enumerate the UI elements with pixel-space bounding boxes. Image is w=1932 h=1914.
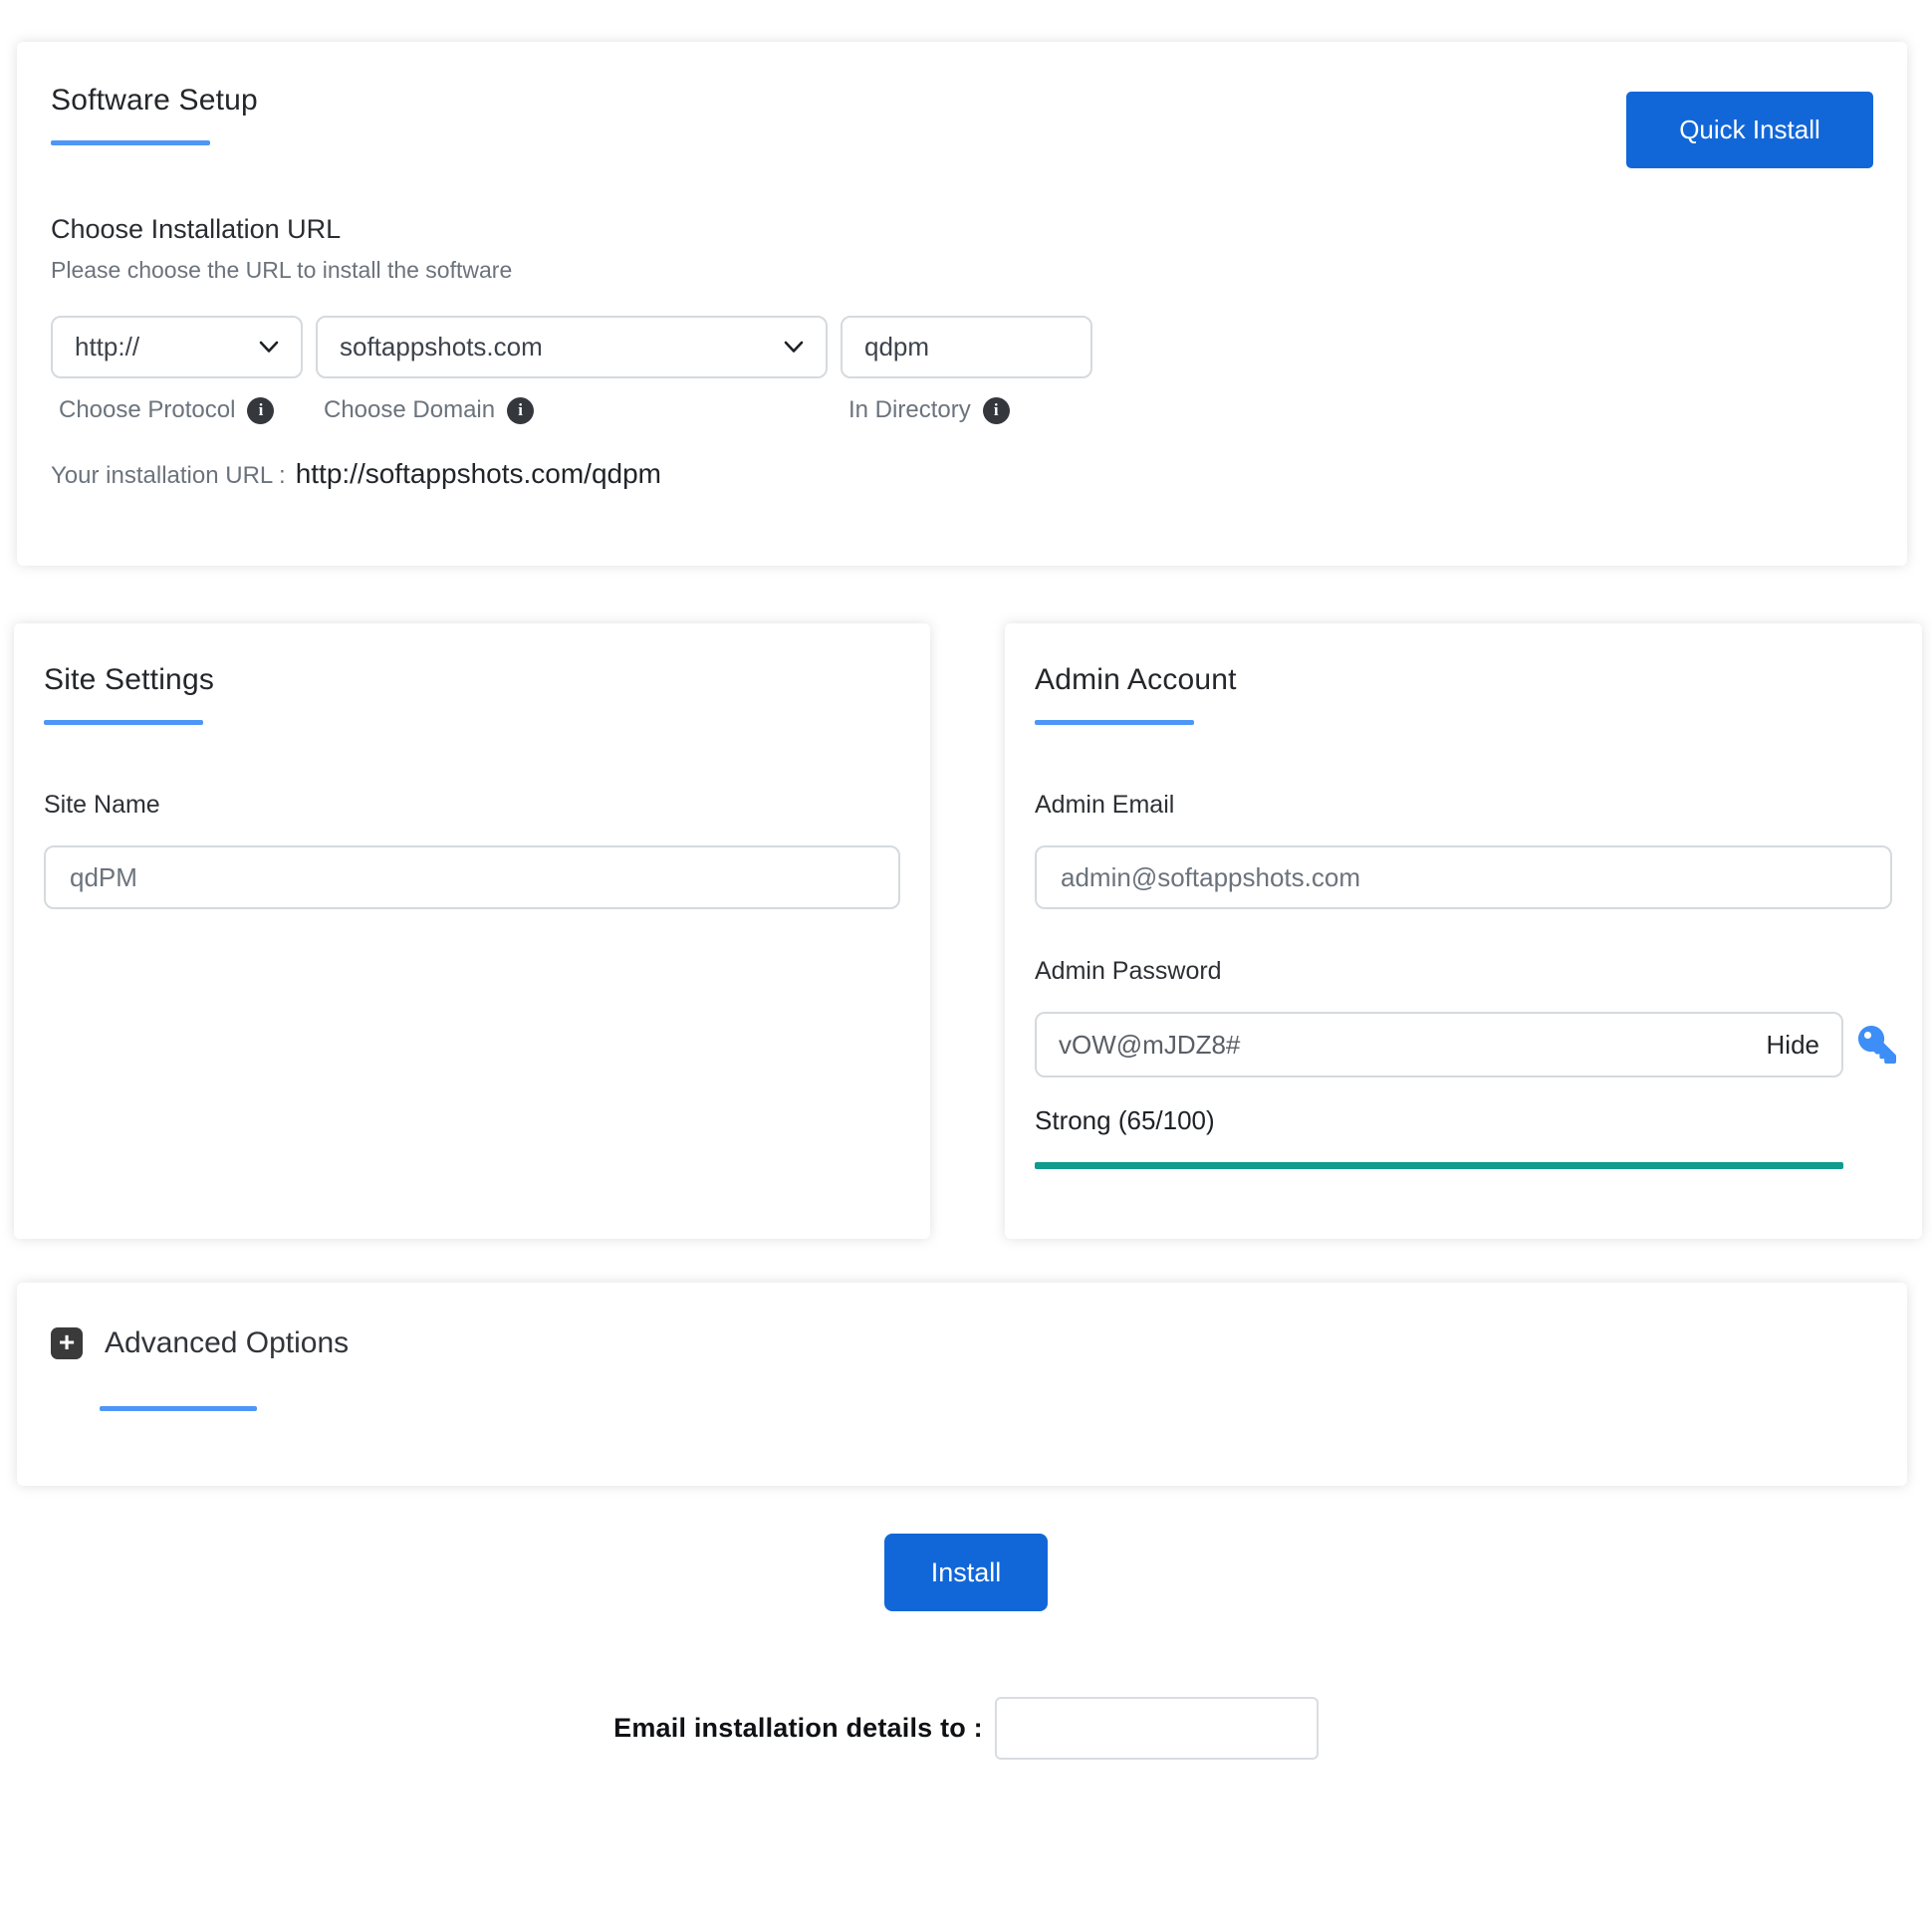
- domain-select[interactable]: softappshots.com: [316, 316, 828, 378]
- advanced-options-card: + Advanced Options: [17, 1283, 1907, 1486]
- url-field-labels-row: Choose Protocol i Choose Domain i In Dir…: [51, 396, 1873, 424]
- software-setup-card: Software Setup Quick Install Choose Inst…: [17, 42, 1907, 566]
- advanced-options-header[interactable]: + Advanced Options: [51, 1326, 1873, 1360]
- admin-email-label: Admin Email: [1035, 791, 1175, 819]
- admin-password-label: Admin Password: [1035, 957, 1222, 985]
- password-strength-bar: [1035, 1162, 1843, 1169]
- installation-url-label: Your installation URL :: [51, 462, 286, 489]
- title-underline: [51, 140, 210, 145]
- installation-url-row: http:// softappshots.com: [51, 316, 1873, 378]
- info-icon[interactable]: i: [982, 396, 1010, 424]
- admin-password-field-wrap: Hide: [1035, 1012, 1843, 1077]
- protocol-label-group: Choose Protocol i: [51, 396, 316, 424]
- software-setup-title: Software Setup: [51, 84, 258, 117]
- site-settings-card: Site Settings Site Name: [14, 623, 930, 1239]
- site-name-input[interactable]: [44, 845, 900, 909]
- password-strength-fill: [1035, 1162, 1843, 1169]
- site-name-label: Site Name: [44, 791, 160, 819]
- title-underline: [44, 720, 203, 725]
- protocol-select-value: http://: [75, 332, 140, 361]
- title-underline: [1035, 720, 1194, 725]
- domain-label: Choose Domain: [324, 396, 496, 423]
- directory-input[interactable]: [864, 332, 1069, 362]
- install-button[interactable]: Install: [884, 1534, 1048, 1611]
- expand-plus-icon[interactable]: +: [51, 1327, 83, 1359]
- admin-account-title: Admin Account: [1035, 663, 1237, 696]
- generate-password-button[interactable]: [1857, 1025, 1897, 1065]
- quick-install-button[interactable]: Quick Install: [1626, 92, 1873, 168]
- password-hide-toggle[interactable]: Hide: [1767, 1030, 1819, 1061]
- software-setup-header: Software Setup Quick Install: [51, 84, 1873, 168]
- admin-email-input[interactable]: [1035, 845, 1892, 909]
- installation-url-value: http://softappshots.com/qdpm: [295, 458, 661, 489]
- info-icon[interactable]: i: [247, 396, 275, 424]
- admin-password-row: Hide: [1035, 1012, 1896, 1077]
- chevron-down-icon: [784, 341, 804, 353]
- choose-url-heading: Choose Installation URL: [51, 214, 342, 244]
- directory-label-group: In Directory i: [841, 396, 1092, 424]
- installation-url-line: Your installation URL : http://softappsh…: [51, 458, 1873, 490]
- chevron-down-icon: [259, 341, 279, 353]
- key-icon: [1858, 1026, 1896, 1064]
- site-settings-title: Site Settings: [44, 663, 215, 696]
- email-details-row: Email installation details to :: [0, 1697, 1932, 1760]
- email-details-input[interactable]: [994, 1697, 1319, 1760]
- directory-field-wrap: [841, 316, 1092, 378]
- title-underline: [100, 1406, 257, 1411]
- protocol-label: Choose Protocol: [59, 396, 236, 423]
- domain-label-group: Choose Domain i: [316, 396, 841, 424]
- advanced-options-title: Advanced Options: [105, 1326, 350, 1359]
- info-icon[interactable]: i: [507, 396, 535, 424]
- directory-label: In Directory: [848, 396, 971, 423]
- protocol-select[interactable]: http://: [51, 316, 303, 378]
- admin-password-input[interactable]: [1059, 1029, 1753, 1061]
- domain-select-value: softappshots.com: [340, 332, 543, 361]
- settings-cards-row: Site Settings Site Name Admin Account Ad…: [14, 623, 1932, 1239]
- password-strength-text: Strong (65/100): [1035, 1105, 1215, 1135]
- email-details-label: Email installation details to :: [613, 1713, 983, 1743]
- software-setup-title-block: Software Setup: [51, 84, 258, 145]
- choose-url-subtitle: Please choose the URL to install the sof…: [51, 257, 513, 283]
- admin-account-card: Admin Account Admin Email Admin Password…: [1005, 623, 1922, 1239]
